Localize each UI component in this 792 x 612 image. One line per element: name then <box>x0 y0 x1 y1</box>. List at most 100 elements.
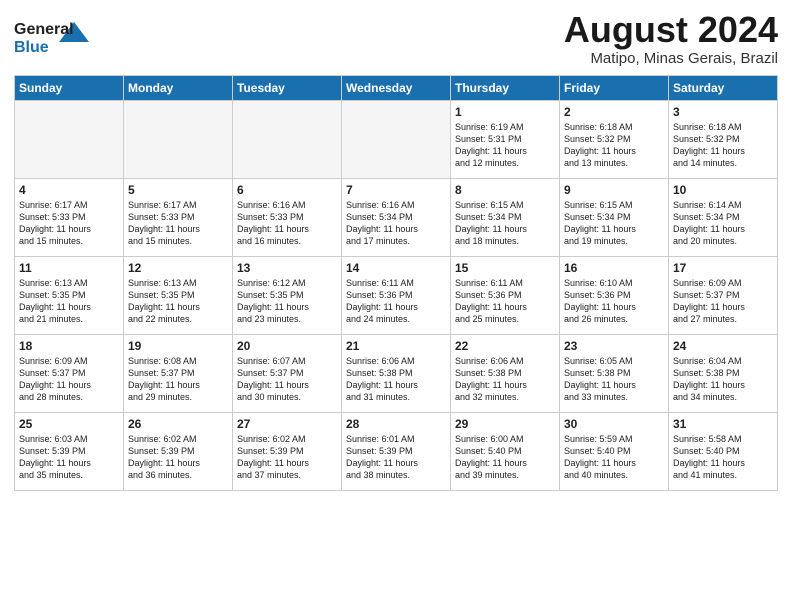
table-row: 7 Sunrise: 6:16 AM Sunset: 5:34 PM Daylig… <box>342 178 451 256</box>
day-number: 23 <box>564 339 664 353</box>
header-tuesday: Tuesday <box>233 75 342 100</box>
day-info: Sunrise: 5:59 AM Sunset: 5:40 PM Dayligh… <box>564 433 664 482</box>
day-number: 6 <box>237 183 337 197</box>
table-row: 30 Sunrise: 5:59 AM Sunset: 5:40 PM Dayli… <box>560 412 669 490</box>
table-row: 21Sunrise: 6:06 AM Sunset: 5:38 PM Dayli… <box>342 334 451 412</box>
day-number: 5 <box>128 183 228 197</box>
header-sunday: Sunday <box>15 75 124 100</box>
day-info: Sunrise: 6:06 AM Sunset: 5:38 PM Dayligh… <box>455 355 555 404</box>
day-info: Sunrise: 6:01 AM Sunset: 5:39 PM Dayligh… <box>346 433 446 482</box>
header-monday: Monday <box>124 75 233 100</box>
day-number: 24 <box>673 339 773 353</box>
day-info: Sunrise: 6:08 AM Sunset: 5:37 PM Dayligh… <box>128 355 228 404</box>
day-info: Sunrise: 6:11 AM Sunset: 5:36 PM Dayligh… <box>346 277 446 326</box>
table-row: 10 Sunrise: 6:14 AM Sunset: 5:34 PM Dayli… <box>669 178 778 256</box>
day-info: Sunrise: 6:17 AM Sunset: 5:33 PM Dayligh… <box>19 199 119 248</box>
table-row: 16 Sunrise: 6:10 AM Sunset: 5:36 PM Dayli… <box>560 256 669 334</box>
day-info: Sunrise: 6:18 AM Sunset: 5:32 PM Dayligh… <box>564 121 664 170</box>
day-number: 8 <box>455 183 555 197</box>
table-row: 24 Sunrise: 6:04 AM Sunset: 5:38 PM Dayli… <box>669 334 778 412</box>
day-number: 22 <box>455 339 555 353</box>
day-info: Sunrise: 6:17 AM Sunset: 5:33 PM Dayligh… <box>128 199 228 248</box>
day-info: Sunrise: 6:12 AM Sunset: 5:35 PM Dayligh… <box>237 277 337 326</box>
day-info: Sunrise: 6:15 AM Sunset: 5:34 PM Dayligh… <box>564 199 664 248</box>
day-number: 29 <box>455 417 555 431</box>
month-title: August 2024 <box>564 10 778 50</box>
table-row: 31 Sunrise: 5:58 AM Sunset: 5:40 PM Dayli… <box>669 412 778 490</box>
day-info: Sunrise: 6:13 AM Sunset: 5:35 PM Dayligh… <box>128 277 228 326</box>
header-wednesday: Wednesday <box>342 75 451 100</box>
day-number: 12 <box>128 261 228 275</box>
table-row <box>342 100 451 178</box>
table-row <box>124 100 233 178</box>
calendar-table: Sunday Monday Tuesday Wednesday Thursday… <box>14 75 778 491</box>
table-row: 15Sunrise: 6:11 AM Sunset: 5:36 PM Dayli… <box>451 256 560 334</box>
table-row: 5 Sunrise: 6:17 AM Sunset: 5:33 PM Daylig… <box>124 178 233 256</box>
table-row: 29Sunrise: 6:00 AM Sunset: 5:40 PM Dayli… <box>451 412 560 490</box>
day-number: 16 <box>564 261 664 275</box>
day-info: Sunrise: 6:07 AM Sunset: 5:37 PM Dayligh… <box>237 355 337 404</box>
day-number: 31 <box>673 417 773 431</box>
day-number: 2 <box>564 105 664 119</box>
table-row: 8 Sunrise: 6:15 AM Sunset: 5:34 PM Daylig… <box>451 178 560 256</box>
table-row: 4Sunrise: 6:17 AM Sunset: 5:33 PM Daylig… <box>15 178 124 256</box>
day-number: 26 <box>128 417 228 431</box>
table-row: 28 Sunrise: 6:01 AM Sunset: 5:39 PM Dayli… <box>342 412 451 490</box>
table-row: 2 Sunrise: 6:18 AM Sunset: 5:32 PM Daylig… <box>560 100 669 178</box>
logo-text: General Blue <box>14 14 104 63</box>
day-number: 19 <box>128 339 228 353</box>
day-number: 14 <box>346 261 446 275</box>
day-info: Sunrise: 6:15 AM Sunset: 5:34 PM Dayligh… <box>455 199 555 248</box>
day-number: 30 <box>564 417 664 431</box>
day-info: Sunrise: 6:14 AM Sunset: 5:34 PM Dayligh… <box>673 199 773 248</box>
weekday-header-row: Sunday Monday Tuesday Wednesday Thursday… <box>15 75 778 100</box>
calendar-week-row: 1 Sunrise: 6:19 AM Sunset: 5:31 PM Daylig… <box>15 100 778 178</box>
day-info: Sunrise: 6:19 AM Sunset: 5:31 PM Dayligh… <box>455 121 555 170</box>
day-info: Sunrise: 6:03 AM Sunset: 5:39 PM Dayligh… <box>19 433 119 482</box>
day-number: 27 <box>237 417 337 431</box>
day-number: 17 <box>673 261 773 275</box>
table-row: 13Sunrise: 6:12 AM Sunset: 5:35 PM Dayli… <box>233 256 342 334</box>
header-thursday: Thursday <box>451 75 560 100</box>
table-row: 3Sunrise: 6:18 AM Sunset: 5:32 PM Daylig… <box>669 100 778 178</box>
calendar-week-row: 4Sunrise: 6:17 AM Sunset: 5:33 PM Daylig… <box>15 178 778 256</box>
table-row: 26Sunrise: 6:02 AM Sunset: 5:39 PM Dayli… <box>124 412 233 490</box>
svg-text:General: General <box>14 21 74 38</box>
table-row: 27 Sunrise: 6:02 AM Sunset: 5:39 PM Dayli… <box>233 412 342 490</box>
day-number: 9 <box>564 183 664 197</box>
day-number: 3 <box>673 105 773 119</box>
day-number: 7 <box>346 183 446 197</box>
day-number: 10 <box>673 183 773 197</box>
table-row: 19 Sunrise: 6:08 AM Sunset: 5:37 PM Dayli… <box>124 334 233 412</box>
calendar-week-row: 25 Sunrise: 6:03 AM Sunset: 5:39 PM Dayli… <box>15 412 778 490</box>
day-number: 15 <box>455 261 555 275</box>
day-number: 20 <box>237 339 337 353</box>
table-row: 11Sunrise: 6:13 AM Sunset: 5:35 PM Dayli… <box>15 256 124 334</box>
day-number: 21 <box>346 339 446 353</box>
table-row: 17Sunrise: 6:09 AM Sunset: 5:37 PM Dayli… <box>669 256 778 334</box>
day-info: Sunrise: 5:58 AM Sunset: 5:40 PM Dayligh… <box>673 433 773 482</box>
day-number: 11 <box>19 261 119 275</box>
day-info: Sunrise: 6:16 AM Sunset: 5:33 PM Dayligh… <box>237 199 337 248</box>
title-block: August 2024 Matipo, Minas Gerais, Brazil <box>564 10 778 67</box>
table-row: 23Sunrise: 6:05 AM Sunset: 5:38 PM Dayli… <box>560 334 669 412</box>
table-row: 6 Sunrise: 6:16 AM Sunset: 5:33 PM Daylig… <box>233 178 342 256</box>
day-number: 25 <box>19 417 119 431</box>
day-info: Sunrise: 6:10 AM Sunset: 5:36 PM Dayligh… <box>564 277 664 326</box>
day-number: 1 <box>455 105 555 119</box>
day-info: Sunrise: 6:04 AM Sunset: 5:38 PM Dayligh… <box>673 355 773 404</box>
calendar-week-row: 18Sunrise: 6:09 AM Sunset: 5:37 PM Dayli… <box>15 334 778 412</box>
table-row: 14 Sunrise: 6:11 AM Sunset: 5:36 PM Dayli… <box>342 256 451 334</box>
day-number: 28 <box>346 417 446 431</box>
table-row: 12 Sunrise: 6:13 AM Sunset: 5:35 PM Dayli… <box>124 256 233 334</box>
day-info: Sunrise: 6:16 AM Sunset: 5:34 PM Dayligh… <box>346 199 446 248</box>
table-row: 22 Sunrise: 6:06 AM Sunset: 5:38 PM Dayli… <box>451 334 560 412</box>
day-info: Sunrise: 6:02 AM Sunset: 5:39 PM Dayligh… <box>237 433 337 482</box>
svg-text:Blue: Blue <box>14 39 49 56</box>
calendar-week-row: 11 Sunrise: 6:13 AM Sunset: 5:35 PM Dayli… <box>15 256 778 334</box>
table-row: 25 Sunrise: 6:03 AM Sunset: 5:39 PM Dayli… <box>15 412 124 490</box>
table-row: 1 Sunrise: 6:19 AM Sunset: 5:31 PM Daylig… <box>451 100 560 178</box>
table-row: 18Sunrise: 6:09 AM Sunset: 5:37 PM Dayli… <box>15 334 124 412</box>
page: General Blue August 2024 Matipo, Minas G… <box>0 0 792 501</box>
table-row: 9 Sunrise: 6:15 AM Sunset: 5:34 PM Daylig… <box>560 178 669 256</box>
